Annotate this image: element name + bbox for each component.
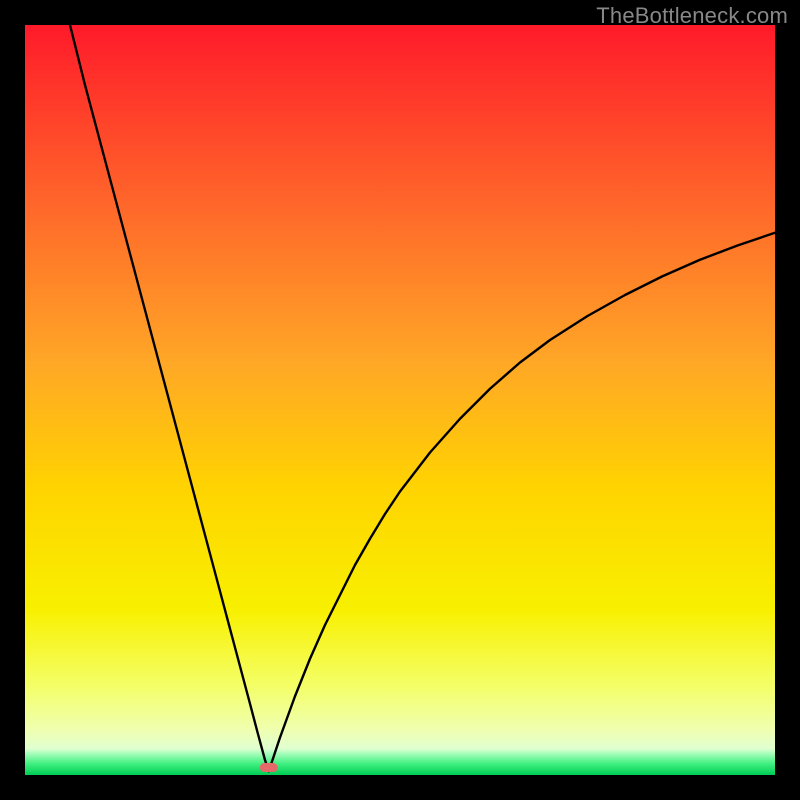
optimal-marker — [260, 763, 278, 772]
marker-group — [260, 763, 278, 772]
chart-frame: TheBottleneck.com — [0, 0, 800, 800]
bottleneck-chart — [25, 25, 775, 775]
plot-area — [25, 25, 775, 775]
gradient-background — [25, 25, 775, 775]
